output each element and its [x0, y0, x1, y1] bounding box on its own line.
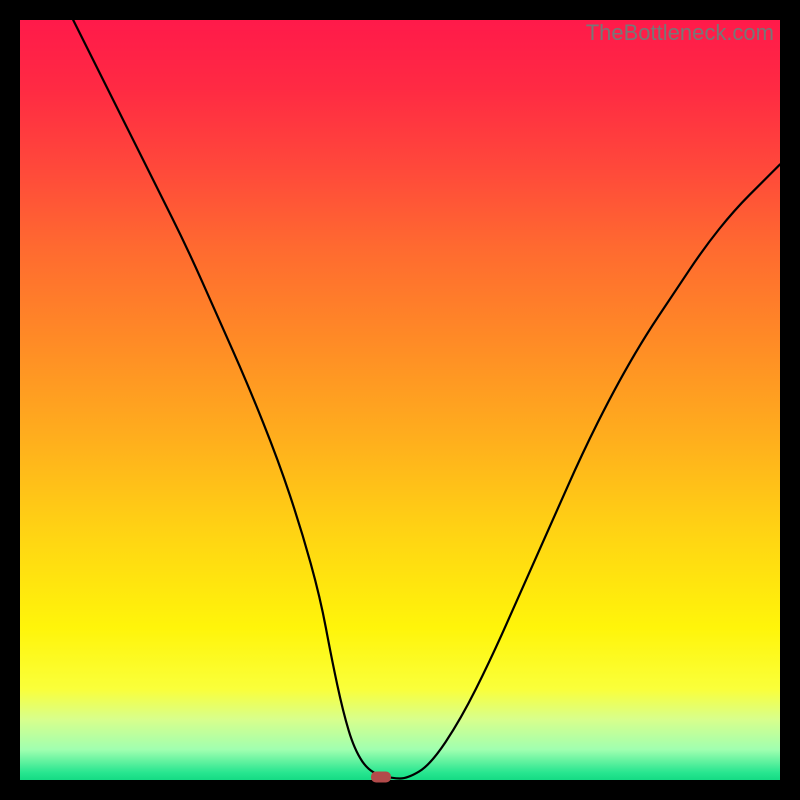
- chart-frame: TheBottleneck.com: [0, 0, 800, 800]
- min-marker: [371, 771, 391, 782]
- bottleneck-curve: [73, 20, 780, 779]
- plot-area: TheBottleneck.com: [20, 20, 780, 780]
- curve-layer: [20, 20, 780, 780]
